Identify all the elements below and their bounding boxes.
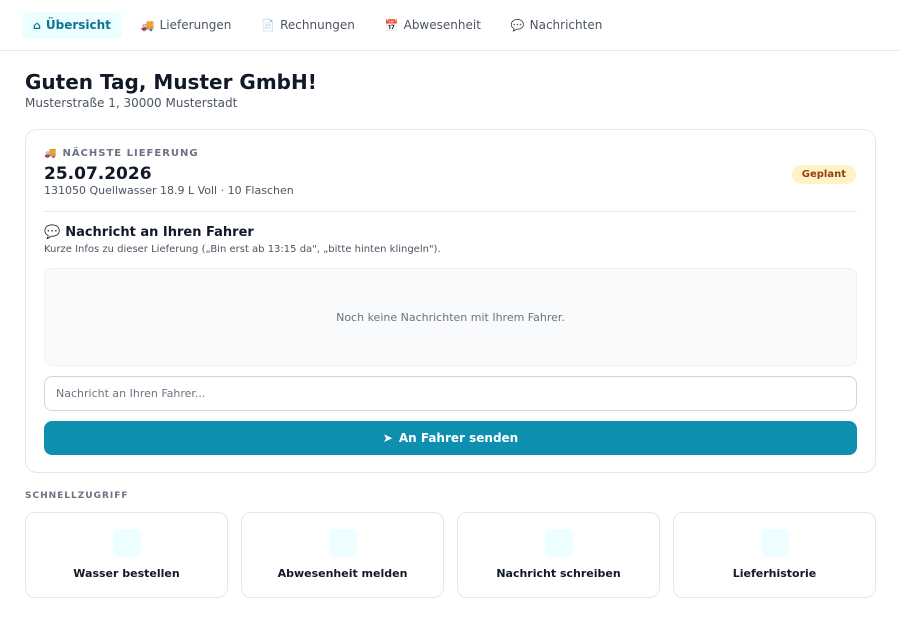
customer-address: Musterstraße 1, 30000 Musterstadt bbox=[25, 96, 238, 110]
quick-access-grid: Wasser bestellen Abwesenheit melden Nach… bbox=[25, 512, 876, 598]
tab-label: Rechnungen bbox=[280, 18, 355, 32]
tab-abwesenheit[interactable]: 📅 Abwesenheit bbox=[374, 12, 492, 39]
quick-label: Wasser bestellen bbox=[73, 567, 180, 580]
quick-label: Abwesenheit melden bbox=[277, 567, 408, 580]
empty-thread-text: Noch keine Nachrichten mit Ihrem Fahrer. bbox=[336, 310, 565, 324]
document-icon: 📄 bbox=[261, 18, 276, 32]
quick-label: Nachricht schreiben bbox=[496, 567, 621, 580]
delivery-date: 25.07.2026 bbox=[44, 164, 152, 184]
top-nav: ⌂ Übersicht 🚚 Lieferungen 📄 Rechnungen 📅… bbox=[0, 0, 900, 51]
tab-label: Übersicht bbox=[45, 18, 111, 32]
driver-message-input[interactable] bbox=[44, 376, 857, 411]
page-title: Guten Tag, Muster GmbH! bbox=[25, 70, 317, 94]
status-badge: Geplant bbox=[791, 165, 856, 184]
absence-icon bbox=[328, 529, 357, 557]
message-icon bbox=[544, 529, 573, 557]
quick-label: Lieferhistorie bbox=[732, 567, 817, 580]
driver-message-heading: Nachricht an Ihren Fahrer bbox=[65, 225, 254, 240]
driver-message-hint: Kurze Infos zu dieser Lieferung („Bin er… bbox=[44, 244, 441, 255]
quick-access-label: SCHNELLZUGRIFF bbox=[25, 491, 129, 501]
next-delivery-eyebrow: 🚚 NÄCHSTE LIEFERUNG bbox=[44, 148, 199, 159]
eyebrow-label: NÄCHSTE LIEFERUNG bbox=[62, 148, 199, 159]
quick-order-water[interactable]: Wasser bestellen bbox=[25, 512, 228, 598]
driver-message-title: 💬 Nachricht an Ihren Fahrer bbox=[44, 225, 254, 240]
speech-bubble-icon: 💬 bbox=[510, 18, 525, 32]
water-icon bbox=[112, 529, 141, 557]
tab-lieferungen[interactable]: 🚚 Lieferungen bbox=[130, 12, 242, 39]
truck-icon: 🚚 bbox=[140, 18, 155, 32]
home-icon: ⌂ bbox=[33, 18, 41, 32]
next-delivery-card: 🚚 NÄCHSTE LIEFERUNG 25.07.2026 131050 Qu… bbox=[25, 129, 876, 473]
delivery-product: 131050 Quellwasser 18.9 L Voll · 10 Flas… bbox=[44, 184, 294, 197]
history-icon bbox=[760, 529, 789, 557]
tab-label: Nachrichten bbox=[529, 18, 603, 32]
tab-nachrichten[interactable]: 💬 Nachrichten bbox=[500, 12, 613, 39]
send-button-label: An Fahrer senden bbox=[398, 431, 519, 445]
send-to-driver-button[interactable]: ➤ An Fahrer senden bbox=[44, 421, 857, 455]
quick-report-absence[interactable]: Abwesenheit melden bbox=[241, 512, 444, 598]
tab-label: Lieferungen bbox=[159, 18, 232, 32]
quick-delivery-history[interactable]: Lieferhistorie bbox=[673, 512, 876, 598]
quick-write-message[interactable]: Nachricht schreiben bbox=[457, 512, 660, 598]
tab-label: Abwesenheit bbox=[403, 18, 481, 32]
calendar-icon: 📅 bbox=[384, 18, 399, 32]
speech-bubble-icon: 💬 bbox=[44, 225, 61, 240]
divider bbox=[44, 211, 857, 212]
tab-rechnungen[interactable]: 📄 Rechnungen bbox=[250, 12, 366, 39]
send-arrow-icon: ➤ bbox=[382, 431, 393, 445]
message-thread: Noch keine Nachrichten mit Ihrem Fahrer. bbox=[44, 268, 857, 366]
truck-icon: 🚚 bbox=[44, 148, 58, 159]
tab-uebersicht[interactable]: ⌂ Übersicht bbox=[22, 11, 122, 39]
